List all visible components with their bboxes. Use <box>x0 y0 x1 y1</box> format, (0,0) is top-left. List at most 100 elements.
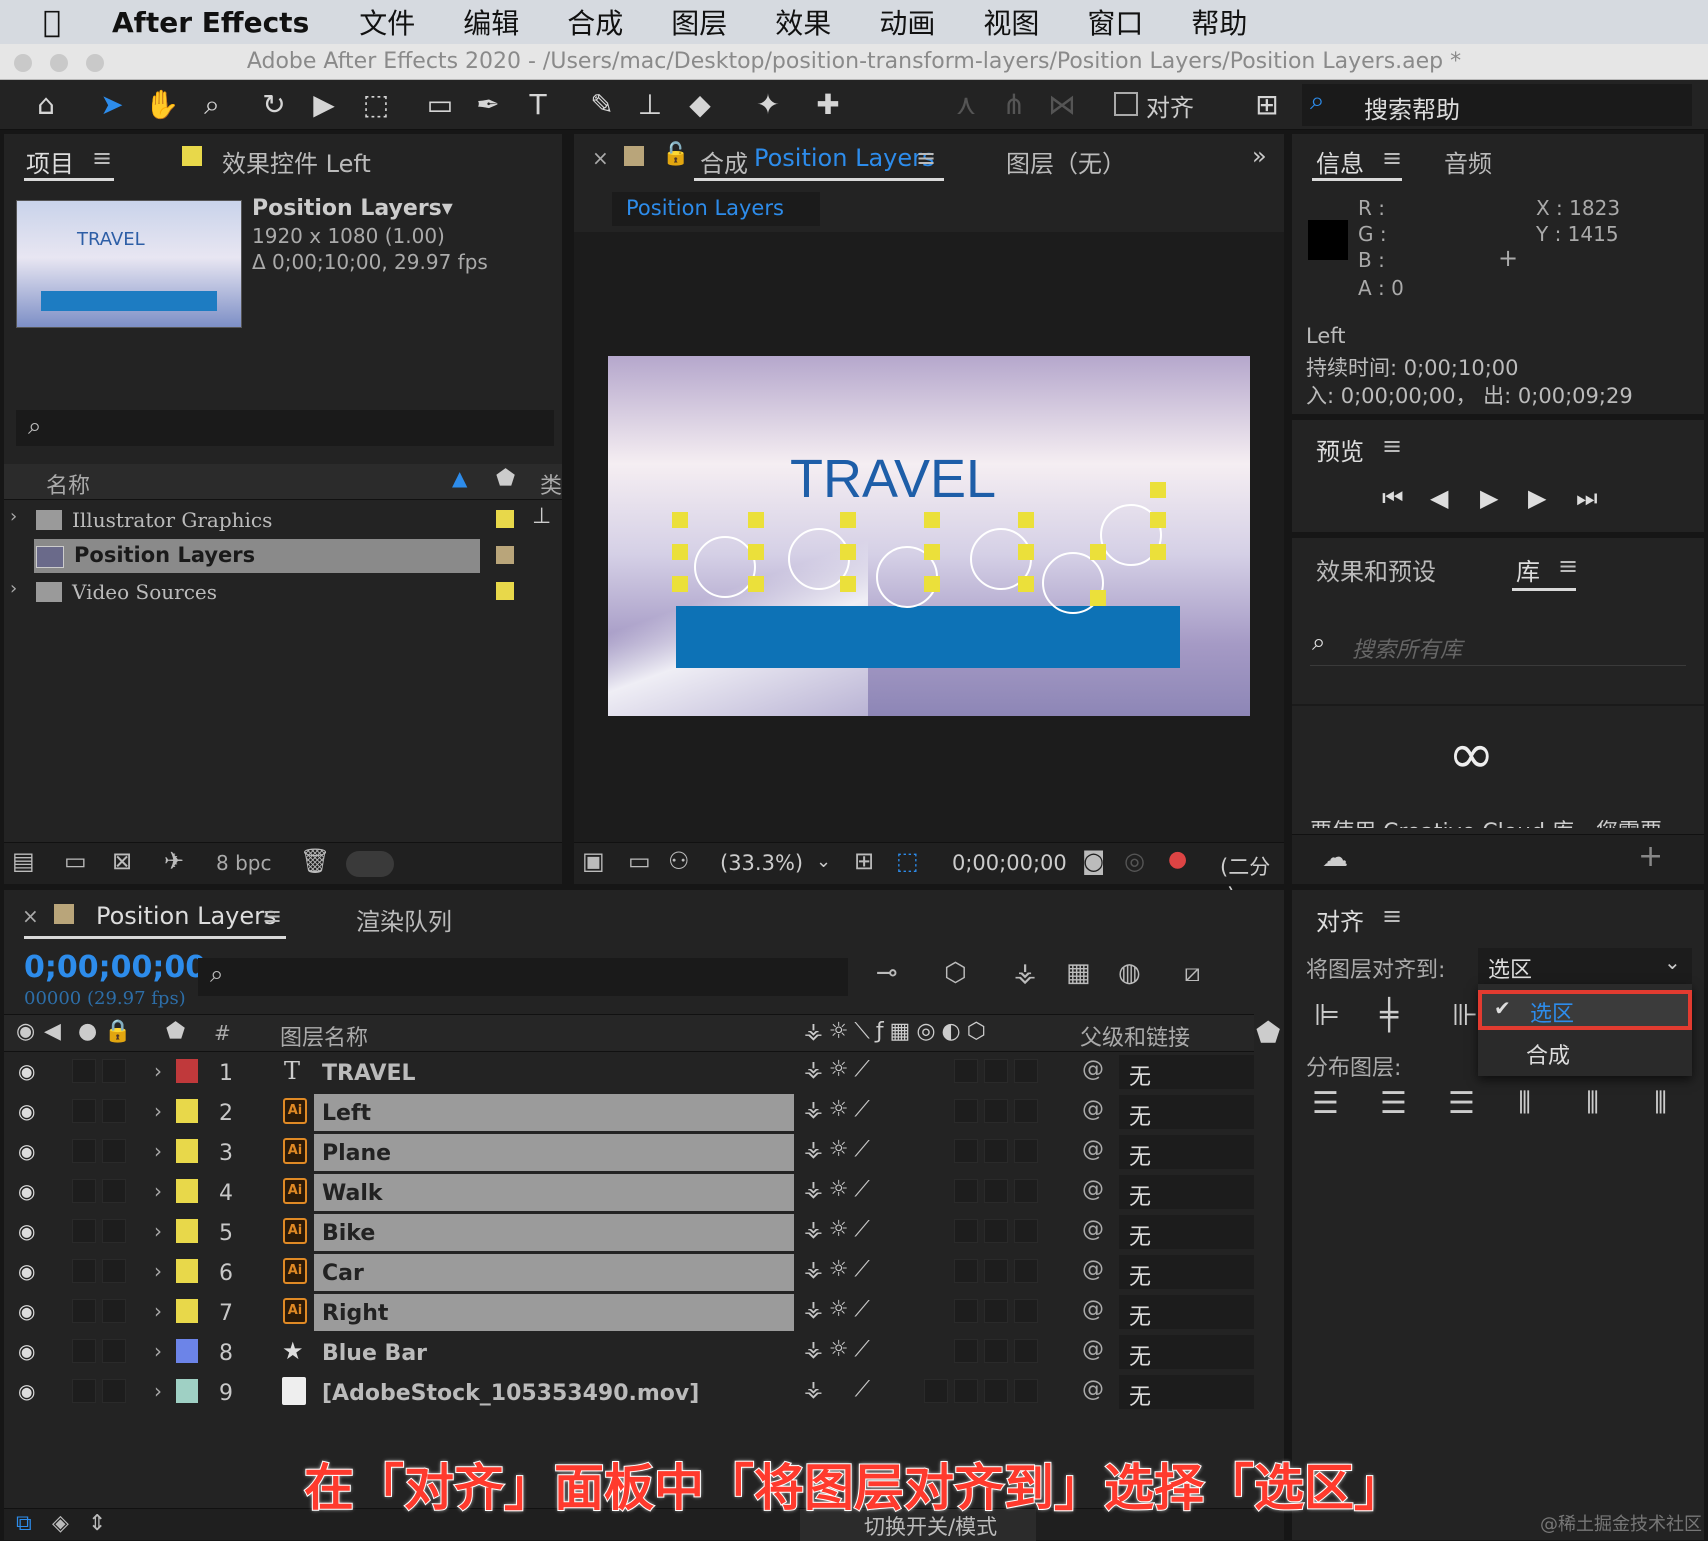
tab-layer[interactable]: 图层（无） <box>1006 144 1126 179</box>
align-to-dropdown[interactable]: 选区 ⌄ <box>1478 948 1692 984</box>
minimize-window-button[interactable] <box>50 54 68 72</box>
chevron-right-icon[interactable]: › <box>154 1179 162 1203</box>
switch-box[interactable] <box>984 1219 1008 1243</box>
play-icon[interactable]: ▶ <box>1480 484 1498 512</box>
tab-libraries[interactable]: 库 <box>1516 552 1540 587</box>
tab-composition[interactable]: Position Layers <box>754 144 935 172</box>
puppet-pin-tool-icon[interactable]: ✚ <box>808 86 848 124</box>
chevron-right-icon[interactable]: › <box>154 1299 162 1323</box>
switch-box[interactable] <box>1014 1339 1038 1363</box>
switch-box[interactable] <box>984 1099 1008 1123</box>
solo-toggle[interactable] <box>72 1379 96 1403</box>
label-color-swatch[interactable] <box>176 1059 198 1083</box>
lock-icon[interactable]: 🔒 <box>104 1019 131 1044</box>
switch-box[interactable] <box>954 1139 978 1163</box>
switch-box[interactable] <box>1014 1299 1038 1323</box>
layer-name[interactable]: [AdobeStock_105353490.mov] <box>322 1381 699 1406</box>
align-checkbox[interactable] <box>1114 92 1138 116</box>
menu-app-name[interactable]: After Effects <box>112 6 309 39</box>
first-frame-icon[interactable]: ⏮ <box>1382 484 1404 512</box>
layer-switches[interactable]: ⚶☼⟋ <box>804 1097 876 1122</box>
home-icon[interactable]: ⌂ <box>26 86 66 124</box>
workspace-icon[interactable]: ⊞ <box>1244 86 1290 124</box>
pick-whip-icon[interactable]: @ <box>1082 1097 1104 1122</box>
flowchart-icon[interactable]: ⊥ <box>532 504 551 529</box>
solo-toggle[interactable] <box>72 1139 96 1163</box>
adjust-project-icon[interactable]: ✈ <box>164 847 184 875</box>
lock-toggle[interactable] <box>102 1059 126 1083</box>
pick-whip-icon[interactable]: @ <box>1082 1177 1104 1202</box>
close-window-button[interactable] <box>14 54 32 72</box>
layer-name[interactable]: TRAVEL <box>322 1061 416 1086</box>
tab-effect-controls[interactable]: 效果控件 Left <box>222 144 371 179</box>
clone-stamp-tool-icon[interactable]: ⊥ <box>630 86 670 124</box>
pen-tool-icon[interactable]: ✒ <box>468 86 508 124</box>
switch-box[interactable] <box>1014 1379 1038 1403</box>
apple-icon[interactable]:  <box>22 5 82 40</box>
switch-box[interactable] <box>954 1339 978 1363</box>
channel-icon[interactable]: ● <box>1168 847 1187 872</box>
label-color-swatch[interactable] <box>176 1179 198 1203</box>
solo-toggle[interactable] <box>72 1299 96 1323</box>
eye-icon[interactable]: ◉ <box>18 1099 35 1123</box>
layer-switches[interactable]: ⚶☼⟋ <box>804 1057 876 1082</box>
col-layer-name[interactable]: 图层名称 <box>280 1020 368 1052</box>
chevron-right-icon[interactable]: › <box>10 578 17 599</box>
label-color-swatch[interactable] <box>176 1379 198 1403</box>
switch-box[interactable] <box>984 1259 1008 1283</box>
solo-toggle[interactable] <box>72 1219 96 1243</box>
eye-icon[interactable]: ◉ <box>18 1179 35 1203</box>
distribute-horizontal-center-icon[interactable]: ⦀ <box>1586 1086 1599 1121</box>
lock-toggle[interactable] <box>102 1219 126 1243</box>
current-time-display[interactable]: 0;00;00;00 <box>952 851 1067 875</box>
switch-box[interactable] <box>954 1299 978 1323</box>
camera-tool-icon[interactable]: ▶ <box>304 86 344 124</box>
chevron-right-icon[interactable]: › <box>154 1139 162 1163</box>
table-row[interactable]: ◉ › 4 Ai Walk ⚶☼⟋ @ 无 <box>4 1173 1254 1212</box>
menu-icon[interactable]: ≡ <box>1382 432 1402 460</box>
menu-file[interactable]: 文件 <box>359 2 415 42</box>
zoom-tool-icon[interactable]: ⌕ <box>192 86 232 124</box>
label-color-swatch[interactable] <box>496 582 514 600</box>
switch-box[interactable] <box>984 1139 1008 1163</box>
chevron-right-icon[interactable]: › <box>154 1219 162 1243</box>
preview-title[interactable]: 预览 <box>1316 432 1364 467</box>
table-row[interactable]: ◉ › 6 Ai Car ⚶☼⟋ @ 无 <box>4 1253 1254 1292</box>
comp-sub-tab[interactable]: Position Layers <box>612 192 820 226</box>
table-row[interactable]: ◉ › 7 Ai Right ⚶☼⟋ @ 无 <box>4 1293 1254 1332</box>
menu-icon[interactable]: ≡ <box>262 902 282 930</box>
menu-effect[interactable]: 效果 <box>775 2 831 42</box>
switch-box[interactable] <box>954 1099 978 1123</box>
switch-box[interactable] <box>984 1299 1008 1323</box>
switch-box[interactable] <box>1014 1139 1038 1163</box>
timeline-search-input[interactable]: ⌕ <box>198 958 848 996</box>
chevron-right-icon[interactable]: › <box>154 1099 162 1123</box>
layer-name[interactable]: Right <box>322 1301 388 1326</box>
text-tool-icon[interactable]: T <box>518 86 558 124</box>
eye-icon[interactable]: ◉ <box>18 1259 35 1283</box>
eye-icon[interactable]: ◉ <box>18 1219 35 1243</box>
trash-icon[interactable]: 🗑 <box>300 847 330 875</box>
chevron-right-icon[interactable]: › <box>154 1059 162 1083</box>
pick-whip-icon[interactable]: @ <box>1082 1217 1104 1242</box>
table-row[interactable]: ◉ › 2 Ai Left ⚶☼⟋ @ 无 <box>4 1093 1254 1132</box>
menu-layer[interactable]: 图层 <box>671 2 727 42</box>
solo-toggle[interactable] <box>72 1099 96 1123</box>
label-color-swatch[interactable] <box>496 546 514 564</box>
col-parent-link[interactable]: 父级和链接 <box>1080 1020 1190 1052</box>
eye-icon[interactable]: ◉ <box>18 1139 35 1163</box>
layer-switches[interactable]: ⚶☼⟋ <box>804 1337 876 1362</box>
distribute-right-icon[interactable]: ⦀ <box>1654 1086 1667 1121</box>
rectangle-tool-icon[interactable]: ▭ <box>420 86 460 124</box>
close-tab-icon[interactable]: × <box>22 904 39 928</box>
zoom-window-button[interactable] <box>86 54 104 72</box>
tab-audio[interactable]: 音频 <box>1444 144 1492 179</box>
new-composition-icon[interactable]: ⊠ <box>112 847 132 875</box>
dropdown-option-selection[interactable]: ✔ 选区 <box>1478 990 1692 1030</box>
pick-whip-icon[interactable]: @ <box>1082 1297 1104 1322</box>
mask-visibility-icon[interactable]: ⬚ <box>896 847 919 875</box>
lock-toggle[interactable] <box>102 1339 126 1363</box>
bit-depth-label[interactable]: 8 bpc <box>216 851 271 875</box>
layer-switches[interactable]: ⚶☼⟋ <box>804 1137 876 1162</box>
close-tab-icon[interactable]: × <box>592 146 609 170</box>
